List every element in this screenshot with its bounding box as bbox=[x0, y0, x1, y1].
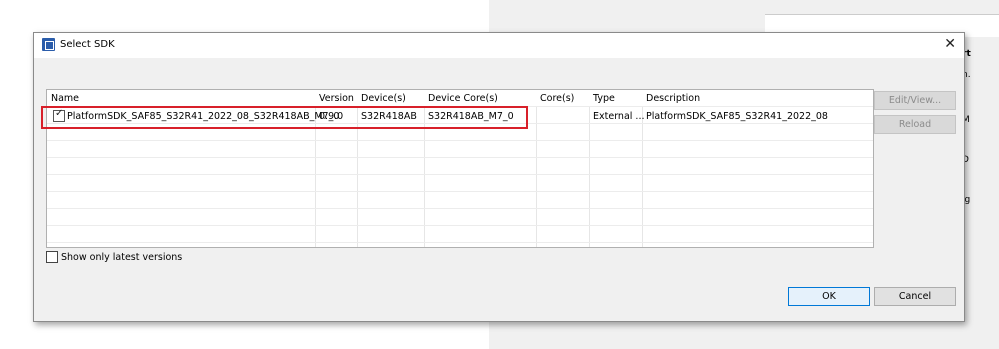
column-header-devices[interactable]: Device(s) bbox=[361, 93, 406, 104]
column-header-description[interactable]: Description bbox=[646, 93, 700, 104]
selection-highlight-box bbox=[41, 106, 528, 129]
show-latest-checkbox[interactable] bbox=[46, 251, 58, 263]
select-sdk-dialog: Select SDK ✕ Name Version Device(s) Devi… bbox=[33, 32, 965, 322]
column-header-cores[interactable]: Core(s) bbox=[540, 93, 574, 104]
dialog-title: Select SDK bbox=[60, 39, 115, 50]
row-divider bbox=[47, 208, 873, 209]
column-header-name[interactable]: Name bbox=[51, 93, 79, 104]
background-panel-edge bbox=[961, 108, 999, 268]
app-icon bbox=[42, 38, 55, 51]
cell-description: PlatformSDK_SAF85_S32R41_2022_08 bbox=[646, 111, 828, 122]
row-divider bbox=[47, 191, 873, 192]
row-divider bbox=[47, 242, 873, 243]
column-header-type[interactable]: Type bbox=[593, 93, 615, 104]
row-divider bbox=[47, 157, 873, 158]
show-latest-toggle[interactable]: Show only latest versions bbox=[46, 251, 182, 263]
show-latest-label: Show only latest versions bbox=[61, 251, 183, 263]
ok-button[interactable]: OK bbox=[788, 287, 870, 306]
title-bar[interactable]: Select SDK ✕ bbox=[34, 33, 964, 58]
column-header-device-cores[interactable]: Device Core(s) bbox=[428, 93, 498, 104]
cell-type: External ... bbox=[593, 111, 645, 122]
edit-view-button[interactable]: Edit/View... bbox=[874, 91, 956, 110]
column-header-version[interactable]: Version bbox=[319, 93, 354, 104]
reload-button[interactable]: Reload bbox=[874, 115, 956, 134]
row-divider bbox=[47, 225, 873, 226]
row-divider bbox=[47, 174, 873, 175]
cancel-button[interactable]: Cancel bbox=[874, 287, 956, 306]
row-divider bbox=[47, 140, 873, 141]
close-icon[interactable]: ✕ bbox=[944, 36, 956, 52]
